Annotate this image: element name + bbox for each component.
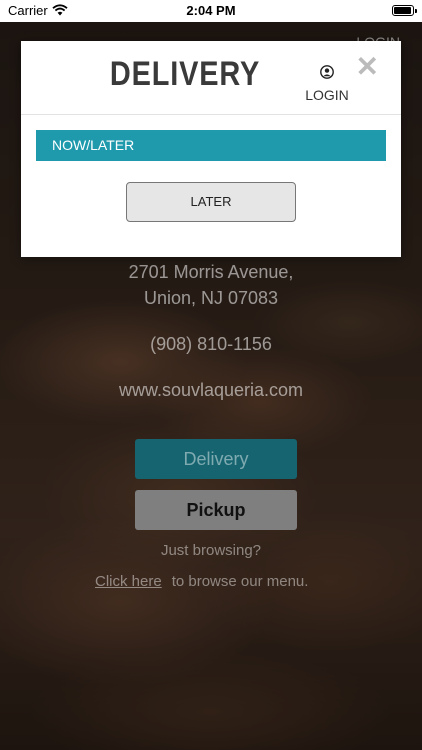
delivery-button[interactable]: Delivery [135, 439, 297, 479]
website-link[interactable]: www.souvlaqueria.com [0, 380, 422, 401]
modal-divider [21, 114, 401, 115]
delivery-modal: DELIVERY LOGIN ✕ NOW/LATER LATER [21, 41, 401, 257]
just-browsing-text: Just browsing? [160, 542, 262, 559]
modal-login-button[interactable]: LOGIN [297, 65, 357, 103]
modal-login-label: LOGIN [305, 87, 349, 103]
address-line-1: 2701 Morris Avenue, [128, 262, 294, 282]
user-icon [320, 65, 334, 79]
status-bar: Carrier 2:04 PM [0, 0, 422, 22]
close-icon[interactable]: ✕ [356, 53, 379, 81]
later-button[interactable]: LATER [126, 182, 296, 222]
status-time: 2:04 PM [186, 3, 236, 18]
now-later-section-header: NOW/LATER [36, 130, 386, 161]
click-here-link[interactable]: Click here [95, 573, 162, 590]
browse-menu-line: Click here to browse our menu. [95, 573, 308, 590]
pickup-button[interactable]: Pickup [135, 490, 297, 530]
browse-menu-text: to browse our menu. [171, 573, 309, 590]
modal-title: DELIVERY [109, 55, 261, 93]
phone-number[interactable]: (908) 810-1156 [0, 334, 422, 355]
battery-icon [392, 5, 417, 16]
address-line-2: Union, NJ 07083 [143, 288, 279, 308]
